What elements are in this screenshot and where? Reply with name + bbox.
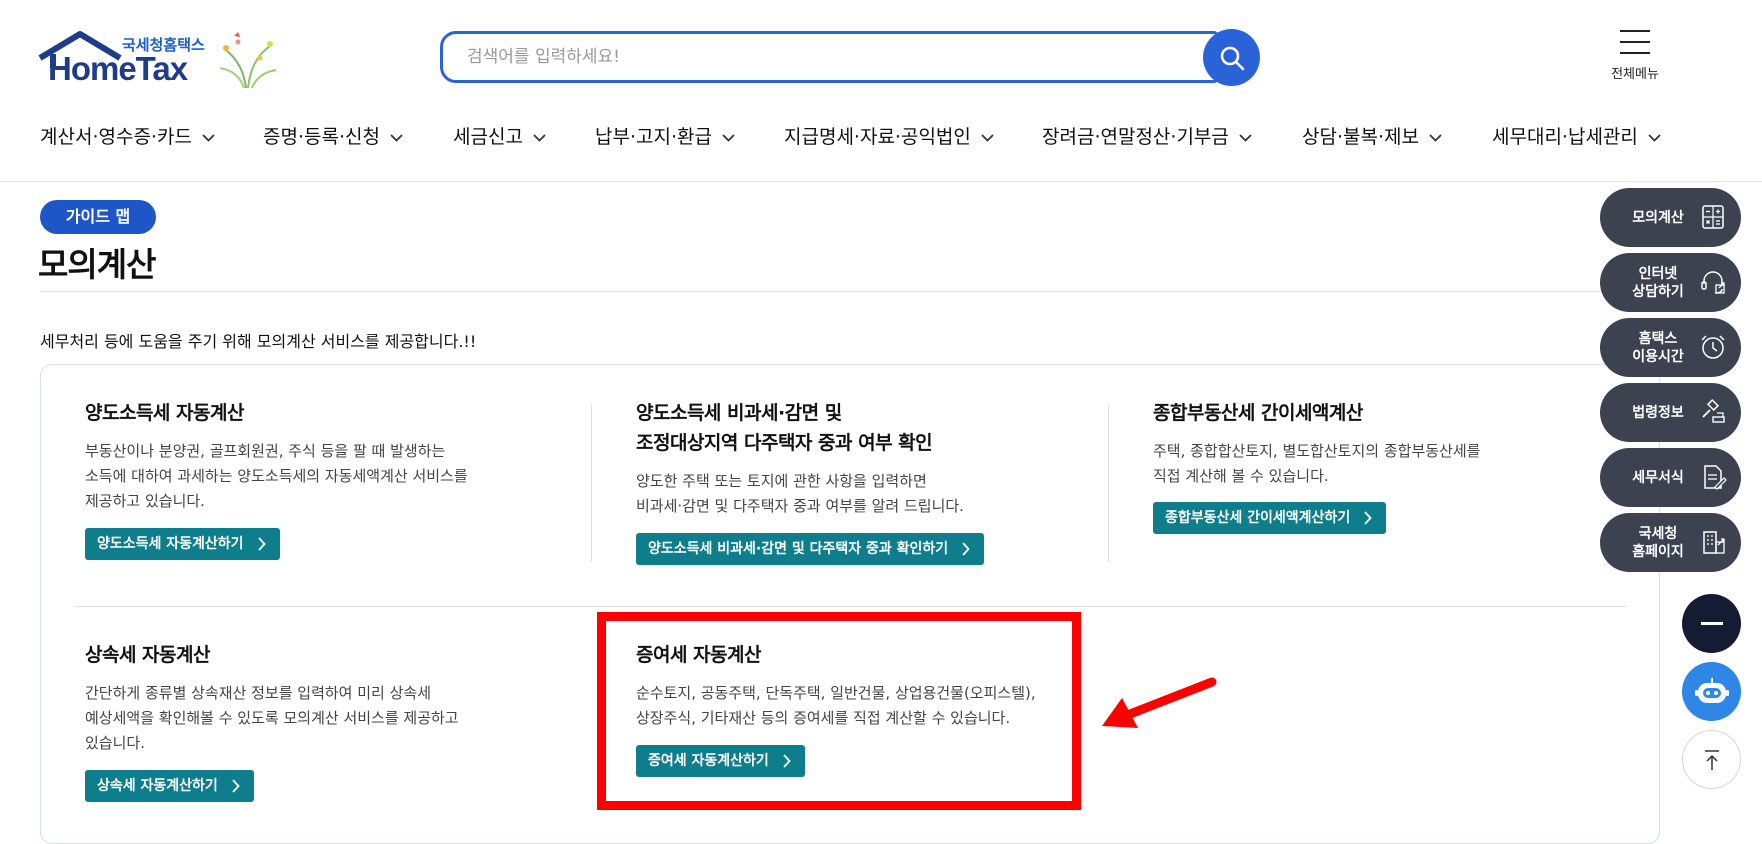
robot-icon — [1694, 677, 1729, 703]
quick-nts-homepage-button[interactable]: 국세청 홈페이지 — [1600, 513, 1741, 572]
nav-item-label: 상담·불복·제보 — [1302, 126, 1419, 148]
nav-item-tax-report[interactable]: 세금신고 — [453, 122, 546, 149]
nav-item-payment-statement[interactable]: 지급명세·자료·공익법인 — [784, 122, 994, 149]
logo-wordmark: HomeTax — [48, 50, 188, 87]
comprehensive-real-estate-calc-button[interactable]: 종합부동산세 간이세액계산하기 — [1153, 502, 1387, 534]
scroll-to-top-button[interactable] — [1682, 730, 1741, 789]
red-arrow-annotation — [1102, 677, 1217, 728]
nav-item-certificate[interactable]: 증명·등록·신청 — [263, 122, 403, 149]
calculator-icon — [1702, 205, 1724, 229]
title-divider — [40, 291, 1662, 292]
header-divider — [0, 181, 1762, 182]
card-desc-inheritance-tax: 간단하게 종류별 상속재산 정보를 입력하여 미리 상속세 예상세액을 확인해볼 … — [85, 684, 459, 752]
row-divider — [74, 606, 1626, 607]
nav-item-tax-agent[interactable]: 세무대리·납세관리 — [1492, 122, 1661, 149]
column-divider — [1108, 404, 1109, 562]
chevron-down-icon — [981, 133, 994, 142]
quick-online-consult-button[interactable]: 인터넷 상담하기 — [1600, 253, 1741, 312]
card-title-inheritance-tax: 상속세 자동계산 — [85, 644, 210, 666]
chevron-right-icon — [257, 537, 266, 551]
chatbot-button[interactable] — [1682, 662, 1741, 721]
button-label: 종합부동산세 간이세액계산하기 — [1165, 510, 1351, 526]
nav-item-invoice[interactable]: 계산서·영수증·카드 — [40, 122, 215, 149]
page-title: 모의계산 — [38, 245, 156, 284]
nav-item-label: 세금신고 — [453, 126, 523, 148]
nav-item-payment[interactable]: 납부·고지·환급 — [595, 122, 735, 149]
chevron-down-icon — [722, 133, 735, 142]
nav-item-label: 계산서·영수증·카드 — [40, 126, 192, 148]
quick-label: 법령정보 — [1632, 404, 1684, 421]
exemption-check-button[interactable]: 양도소득세 비과세·감면 및 다주택자 중과 확인하기 — [636, 533, 985, 565]
chevron-right-icon — [232, 779, 240, 793]
search-input[interactable] — [465, 46, 1169, 68]
quick-law-info-button[interactable]: 법령정보 — [1600, 383, 1741, 442]
nav-item-label: 납부·고지·환급 — [595, 126, 712, 148]
search-button[interactable] — [1203, 29, 1260, 86]
card-desc-capital-gains: 부동산이나 분양권, 골프회원권, 주식 등을 팔 때 발생하는 소득에 대하여 … — [85, 442, 468, 510]
nav-item-label: 증명·등록·신청 — [263, 126, 380, 148]
page-intro: 세무처리 등에 도움을 주기 위해 모의계산 서비스를 제공합니다.!! — [40, 332, 477, 351]
button-label: 상속세 자동계산하기 — [97, 778, 218, 794]
search-box — [440, 31, 1218, 83]
building-icon — [1703, 531, 1725, 554]
guide-map-badge[interactable]: 가이드 맵 — [40, 200, 156, 234]
chevron-down-icon — [1648, 133, 1661, 142]
alarm-clock-icon — [1701, 335, 1725, 359]
card-title-exemption-check: 양도소득세 비과세·감면 및 조정대상지역 다주택자 중과 여부 확인 — [636, 402, 933, 454]
highlight-box — [597, 612, 1081, 810]
headset-icon — [1701, 271, 1725, 294]
quick-label: 세무서식 — [1632, 469, 1684, 486]
quick-simulation-button[interactable]: 모의계산 — [1600, 188, 1741, 247]
chevron-down-icon — [390, 133, 403, 142]
card-title-capital-gains: 양도소득세 자동계산 — [85, 402, 244, 424]
document-icon — [1704, 465, 1727, 490]
hamburger-icon — [1620, 30, 1650, 54]
nav-item-label: 세무대리·납세관리 — [1492, 126, 1638, 148]
card-desc-exemption-check: 양도한 주택 또는 토지에 관한 사항을 입력하면 비과세·감면 및 다주택자 중… — [636, 472, 964, 515]
button-label: 양도소득세 비과세·감면 및 다주택자 중과 확인하기 — [648, 541, 949, 557]
minus-icon — [1700, 621, 1723, 625]
hometax-logo[interactable]: 국세청홈택스 HomeTax — [38, 30, 278, 90]
nav-item-consult[interactable]: 상담·불복·제보 — [1302, 122, 1442, 149]
inheritance-tax-calc-button[interactable]: 상속세 자동계산하기 — [85, 770, 254, 802]
nav-item-label: 지급명세·자료·공익법인 — [784, 126, 971, 148]
gavel-icon — [1702, 398, 1725, 423]
quick-service-hours-button[interactable]: 홈택스 이용시간 — [1600, 318, 1741, 377]
nav-item-incentive[interactable]: 장려금·연말정산·기부금 — [1042, 122, 1252, 149]
chevron-down-icon — [1429, 133, 1442, 142]
nav-item-label: 장려금·연말정산·기부금 — [1042, 126, 1229, 148]
card-title-comprehensive-real-estate: 종합부동산세 간이세액계산 — [1153, 402, 1363, 424]
card-desc-comprehensive-real-estate: 주택, 종합합산토지, 별도합산토지의 종합부동산세를 직접 계산해 볼 수 있습… — [1153, 442, 1481, 485]
capital-gains-calc-button[interactable]: 양도소득세 자동계산하기 — [85, 528, 280, 560]
quick-label: 모의계산 — [1632, 209, 1684, 226]
all-menu-label: 전체메뉴 — [1611, 67, 1659, 82]
chevron-right-icon — [1364, 511, 1372, 525]
quick-label: 인터넷 상담하기 — [1632, 265, 1684, 300]
quick-label: 홈택스 이용시간 — [1632, 330, 1684, 365]
chevron-down-icon — [533, 133, 546, 142]
arrow-up-icon — [1704, 749, 1719, 770]
search-icon — [1220, 46, 1244, 70]
column-divider — [591, 404, 592, 562]
all-menu-button[interactable]: 전체메뉴 — [1595, 30, 1675, 82]
quick-label: 국세청 홈페이지 — [1632, 525, 1684, 560]
chevron-down-icon — [202, 133, 215, 142]
chevron-down-icon — [1239, 133, 1252, 142]
chevron-right-icon — [962, 542, 970, 556]
collapse-quick-menu-button[interactable] — [1682, 594, 1741, 653]
quick-tax-forms-button[interactable]: 세무서식 — [1600, 448, 1741, 507]
button-label: 양도소득세 자동계산하기 — [97, 536, 244, 552]
plant-decoration-icon — [219, 32, 277, 88]
